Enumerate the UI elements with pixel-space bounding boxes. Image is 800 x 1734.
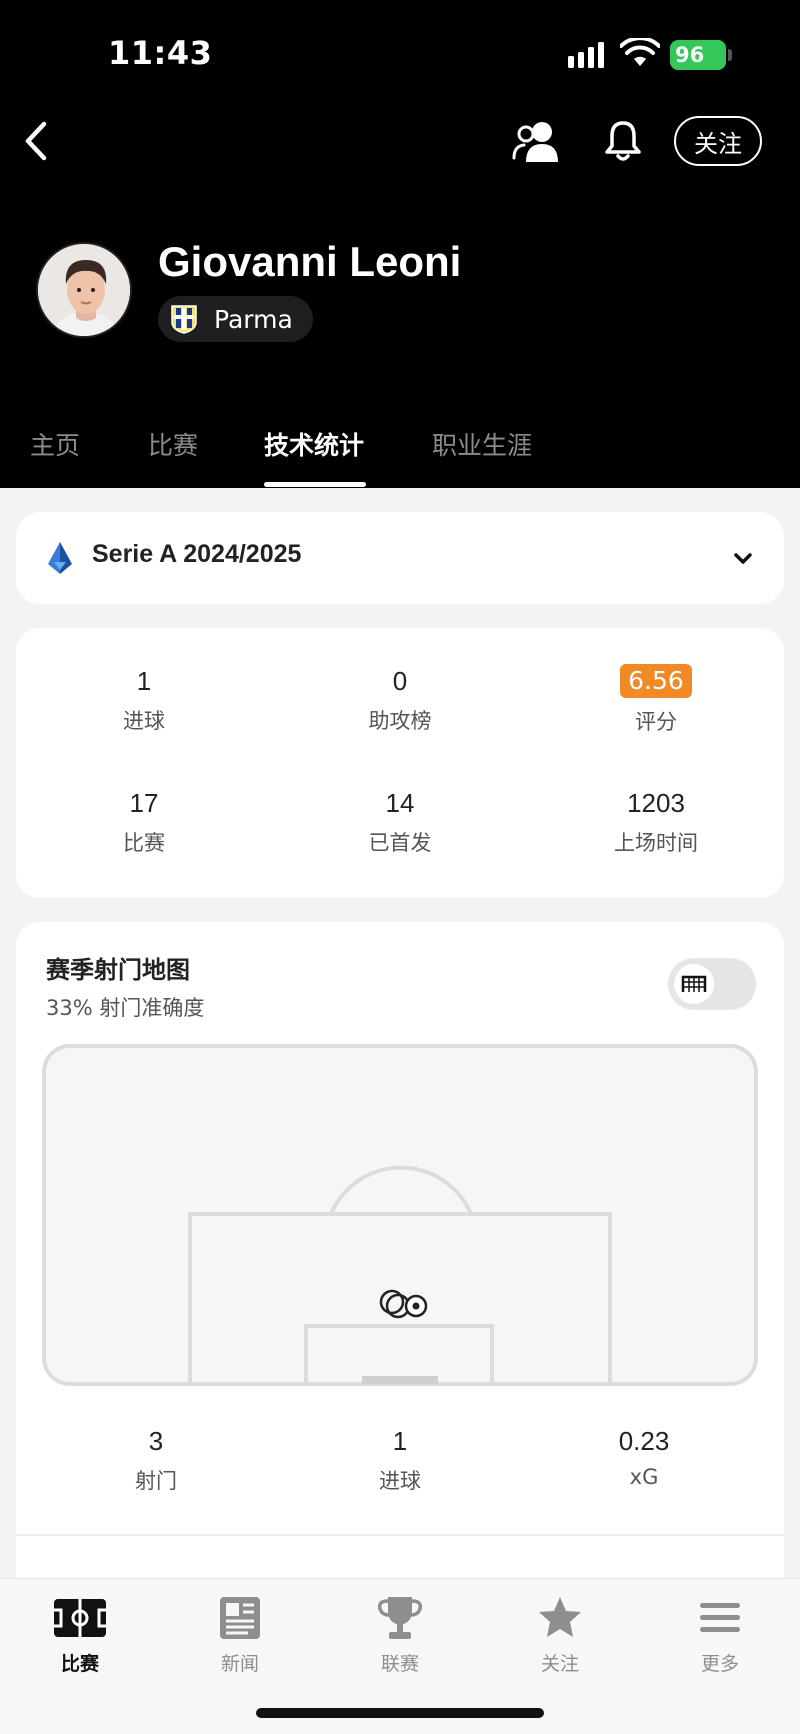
wifi-icon xyxy=(620,38,660,66)
nav-label: 更多 xyxy=(700,1653,739,1675)
section-divider xyxy=(16,1534,784,1536)
profile-header: 11:43 96 关注 Giovanni Leoni Parma 主页 比赛 技… xyxy=(0,0,800,488)
battery-level: 96 xyxy=(675,43,705,67)
stat-label: 射门 xyxy=(135,1469,177,1493)
stat-label: 助攻榜 xyxy=(368,709,432,733)
players-icon[interactable] xyxy=(512,118,562,164)
stat-value: 1203 xyxy=(627,788,685,818)
shot-stat-shots: 3 射门 xyxy=(56,1426,256,1495)
home-indicator[interactable] xyxy=(256,1708,544,1718)
stat-matches: 17 比赛 xyxy=(44,788,244,857)
player-name: Giovanni Leoni xyxy=(158,238,462,285)
star-icon xyxy=(539,1597,581,1637)
profile-tabs: 主页 比赛 技术统计 职业生涯 xyxy=(0,420,800,488)
serie-a-logo-icon xyxy=(48,542,72,574)
goal-net-icon xyxy=(681,975,707,992)
shot-stat-xg: 0.23 xG xyxy=(544,1426,744,1489)
stat-assists: 0 助攻榜 xyxy=(300,666,500,735)
stat-value: 17 xyxy=(129,788,159,818)
tab-stats[interactable]: 技术统计 xyxy=(264,426,364,462)
tab-active-indicator xyxy=(264,482,366,487)
stat-value: 3 xyxy=(148,1426,164,1456)
chevron-down-icon xyxy=(734,553,752,564)
nav-leagues[interactable]: 联赛 xyxy=(340,1595,460,1676)
bell-icon[interactable] xyxy=(600,118,646,164)
nav-more[interactable]: 更多 xyxy=(660,1595,780,1676)
nav-matches[interactable]: 比赛 xyxy=(20,1595,140,1676)
league-selector[interactable]: Serie A 2024/2025 xyxy=(16,512,784,604)
newspaper-icon xyxy=(220,1597,260,1639)
toggle-knob xyxy=(674,964,714,1004)
rating-badge: 6.56 xyxy=(620,664,692,698)
stats-summary-card: 1 进球 0 助攻榜 6.56 评分 17 比赛 14 已首发 1203 上场时… xyxy=(16,628,784,898)
shot-stat-goals: 1 进球 xyxy=(300,1426,500,1495)
battery-cap xyxy=(728,49,732,61)
tab-career[interactable]: 职业生涯 xyxy=(432,426,532,462)
nav-label: 联赛 xyxy=(380,1653,419,1675)
nav-label: 关注 xyxy=(540,1653,579,1675)
stat-value: 0.23 xyxy=(618,1426,670,1456)
status-time: 11:43 xyxy=(108,34,213,72)
nav-news[interactable]: 新闻 xyxy=(180,1595,300,1676)
stat-value: 1 xyxy=(136,666,152,696)
stat-label: 进球 xyxy=(123,709,165,733)
stat-label: 已首发 xyxy=(368,831,432,855)
tab-home[interactable]: 主页 xyxy=(30,426,80,462)
player-avatar xyxy=(36,242,132,338)
back-icon[interactable] xyxy=(22,120,52,162)
club-name: Parma xyxy=(214,304,293,334)
stat-minutes: 1203 上场时间 xyxy=(556,788,756,857)
stat-label: xG xyxy=(629,1465,659,1489)
stat-goals: 1 进球 xyxy=(44,666,244,735)
tab-matches[interactable]: 比赛 xyxy=(148,426,198,462)
stat-value: 0 xyxy=(392,666,408,696)
club-badge[interactable]: Parma xyxy=(158,296,313,342)
shot-map-card: 赛季射门地图 33% 射门准确度 3 射门 1 进球 0.23 xG xyxy=(16,922,784,1642)
pitch-icon xyxy=(54,1599,106,1637)
shot-map-pitch xyxy=(42,1044,758,1386)
nav-following[interactable]: 关注 xyxy=(500,1595,620,1676)
follow-button[interactable]: 关注 xyxy=(674,116,762,166)
stat-rating: 6.56 评分 xyxy=(556,664,756,736)
club-crest-icon xyxy=(171,305,197,334)
battery-indicator: 96 xyxy=(670,40,726,70)
menu-icon xyxy=(700,1603,740,1632)
stat-value: 1 xyxy=(392,1426,408,1456)
nav-label: 比赛 xyxy=(60,1653,99,1675)
stat-label: 评分 xyxy=(635,710,677,734)
goal-view-toggle[interactable] xyxy=(668,958,756,1010)
trophy-icon xyxy=(377,1597,423,1639)
stat-label: 上场时间 xyxy=(614,831,698,855)
stat-label: 比赛 xyxy=(123,831,165,855)
signal-icon xyxy=(568,42,604,68)
nav-label: 新闻 xyxy=(220,1653,259,1675)
shot-accuracy: 33% 射门准确度 xyxy=(46,996,205,1020)
league-name: Serie A 2024/2025 xyxy=(92,540,302,568)
shot-map-title: 赛季射门地图 xyxy=(46,956,190,984)
stat-label: 进球 xyxy=(379,1469,421,1493)
stat-value: 14 xyxy=(385,788,415,818)
stat-starts: 14 已首发 xyxy=(300,788,500,857)
